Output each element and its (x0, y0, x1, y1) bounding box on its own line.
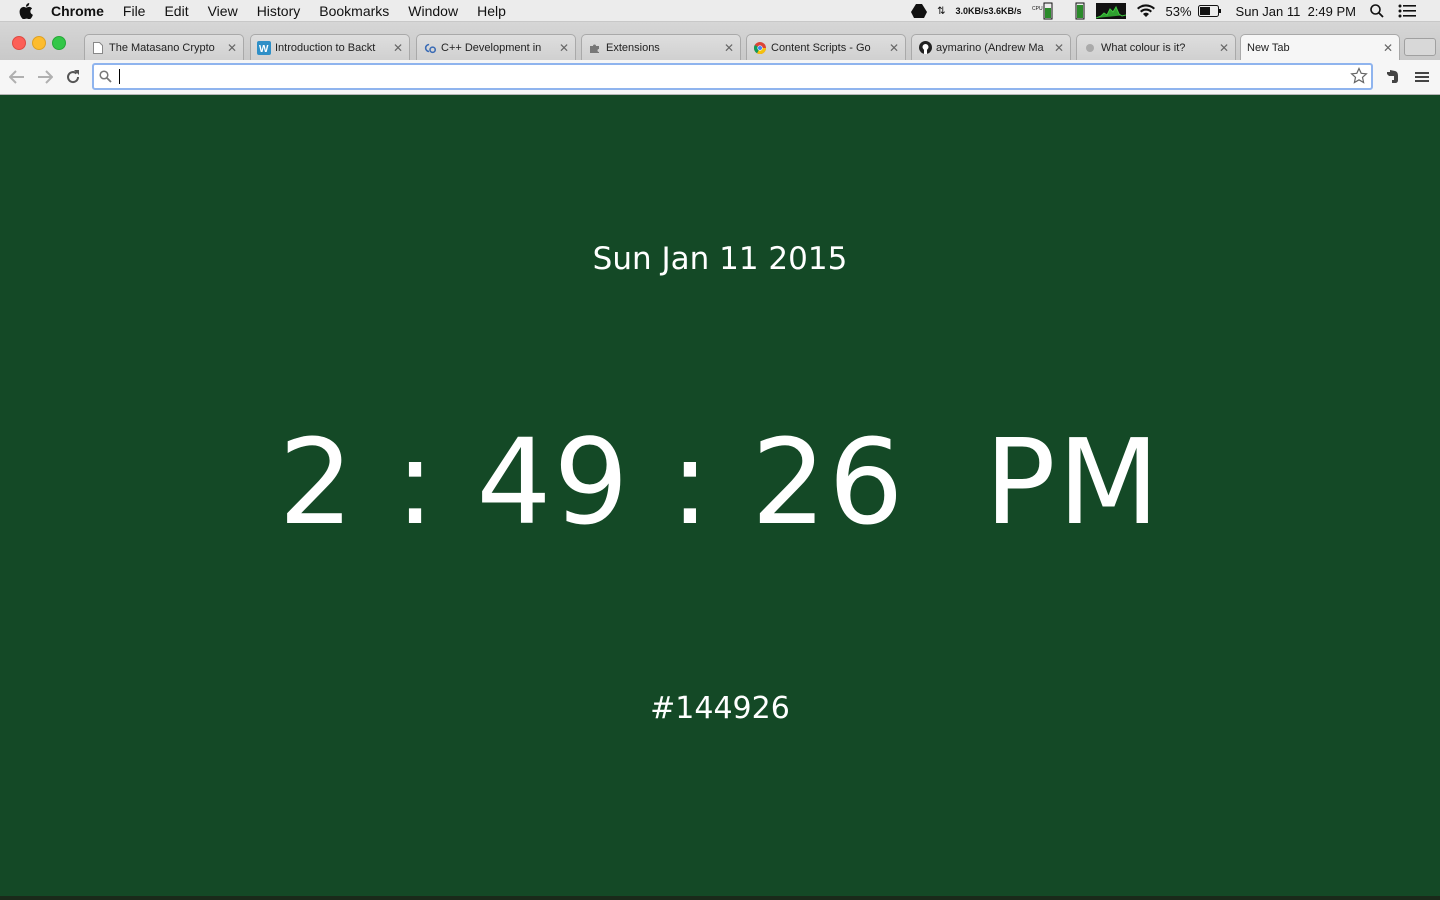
tab-close-icon[interactable]: ✕ (724, 41, 734, 55)
tab-close-icon[interactable]: ✕ (559, 41, 569, 55)
minimize-window-button[interactable] (32, 36, 46, 50)
tab-close-icon[interactable]: ✕ (1219, 41, 1229, 55)
apple-icon[interactable] (19, 2, 37, 19)
browser-toolbar (0, 60, 1440, 95)
address-bar[interactable] (92, 63, 1373, 90)
tab-what-colour[interactable]: What colour is it? ✕ (1076, 34, 1236, 60)
tab-content-scripts[interactable]: Content Scripts - Go ✕ (746, 34, 906, 60)
tab-introduction[interactable]: W Introduction to Backt ✕ (250, 34, 410, 60)
sync-arrows-icon[interactable]: ⇅ (937, 6, 945, 17)
back-icon[interactable] (8, 68, 26, 86)
tab-close-icon[interactable]: ✕ (889, 41, 899, 55)
tab-title: What colour is it? (1101, 41, 1186, 54)
battery-percent[interactable]: 53% (1166, 4, 1192, 19)
new-tab-button[interactable] (1404, 38, 1436, 56)
net-up-value: 3.0KB/s (955, 5, 989, 16)
forward-icon[interactable] (36, 68, 54, 86)
tab-title: C++ Development in (441, 41, 542, 54)
menu-app-chrome[interactable]: Chrome (51, 3, 104, 19)
maximize-window-button[interactable] (52, 36, 66, 50)
text-caret (119, 69, 120, 84)
dock-edge (0, 896, 1440, 900)
search-icon (99, 70, 112, 88)
chrome-icon (753, 41, 767, 55)
menu-edit[interactable]: Edit (164, 3, 188, 19)
spotlight-search-icon[interactable] (1370, 4, 1384, 18)
tab-matasano[interactable]: The Matasano Crypto ✕ (84, 34, 244, 60)
reload-icon[interactable] (64, 68, 82, 86)
menu-help[interactable]: Help (477, 3, 506, 19)
memory-bar-icon[interactable]: CPU (1032, 2, 1054, 20)
dot-icon (1083, 41, 1097, 55)
omnibox-input[interactable] (116, 67, 1336, 86)
tab-title: Extensions (606, 41, 660, 54)
menu-bar: Chrome File Edit View History Bookmarks … (0, 0, 1440, 22)
date-display: Sun Jan 11 2015 (592, 241, 848, 277)
hex-color-display: #144926 (650, 691, 790, 726)
tab-strip: The Matasano Crypto ✕ W Introduction to … (0, 22, 1440, 61)
menu-window[interactable]: Window (408, 3, 458, 19)
tab-new-tab[interactable]: New Tab ✕ (1240, 34, 1400, 61)
notification-center-icon[interactable] (1398, 4, 1416, 18)
document-icon (91, 41, 105, 55)
time-display: 2 : 49 : 26 PM (278, 413, 1162, 551)
chrome-menu-icon[interactable] (1413, 68, 1431, 86)
puzzle-icon (588, 41, 602, 55)
evernote-extension-icon[interactable] (1383, 68, 1401, 86)
tab-github-aymarino[interactable]: aymarino (Andrew Ma ✕ (911, 34, 1071, 60)
tab-title: aymarino (Andrew Ma (936, 41, 1044, 54)
tab-extensions[interactable]: Extensions ✕ (581, 34, 741, 60)
close-window-button[interactable] (12, 36, 26, 50)
tab-title: The Matasano Crypto (109, 41, 215, 54)
tab-title: New Tab (1247, 42, 1290, 54)
google-drive-icon[interactable] (911, 4, 928, 18)
cpu-graph-icon[interactable] (1095, 3, 1126, 19)
menu-view[interactable]: View (208, 3, 238, 19)
tab-title: Content Scripts - Go (771, 41, 871, 54)
svg-text:W: W (259, 44, 269, 55)
bookmark-star-icon[interactable] (1350, 67, 1368, 90)
tab-close-icon[interactable]: ✕ (393, 41, 403, 55)
status-area: ⇅ 3.0KB/s 3.6KB/s CPU 53% Sun Jan 11 2:4… (901, 0, 1440, 22)
tab-close-icon[interactable]: ✕ (1383, 41, 1393, 55)
menu-bookmarks[interactable]: Bookmarks (319, 3, 389, 19)
page-content: Sun Jan 11 2015 2 : 49 : 26 PM #144926 (0, 95, 1440, 900)
disk-bar-icon[interactable] (1064, 2, 1086, 20)
tab-title: Introduction to Backt (275, 41, 376, 54)
wordpress-icon: W (257, 40, 271, 55)
wifi-icon[interactable] (1136, 4, 1156, 18)
svg-text:CPU: CPU (1032, 6, 1043, 12)
github-icon (918, 41, 932, 55)
network-speed[interactable]: 3.0KB/s 3.6KB/s (955, 5, 1022, 16)
tab-cpp-development[interactable]: C++ Development in ✕ (416, 34, 576, 60)
net-down-value: 3.6KB/s (988, 5, 1022, 16)
clock[interactable]: Sun Jan 11 2:49 PM (1236, 4, 1356, 19)
menu-file[interactable]: File (123, 3, 146, 19)
menu-history[interactable]: History (257, 3, 301, 19)
battery-icon[interactable] (1197, 5, 1222, 17)
cdt-icon (423, 41, 437, 55)
tab-close-icon[interactable]: ✕ (227, 41, 237, 55)
tab-close-icon[interactable]: ✕ (1054, 41, 1064, 55)
